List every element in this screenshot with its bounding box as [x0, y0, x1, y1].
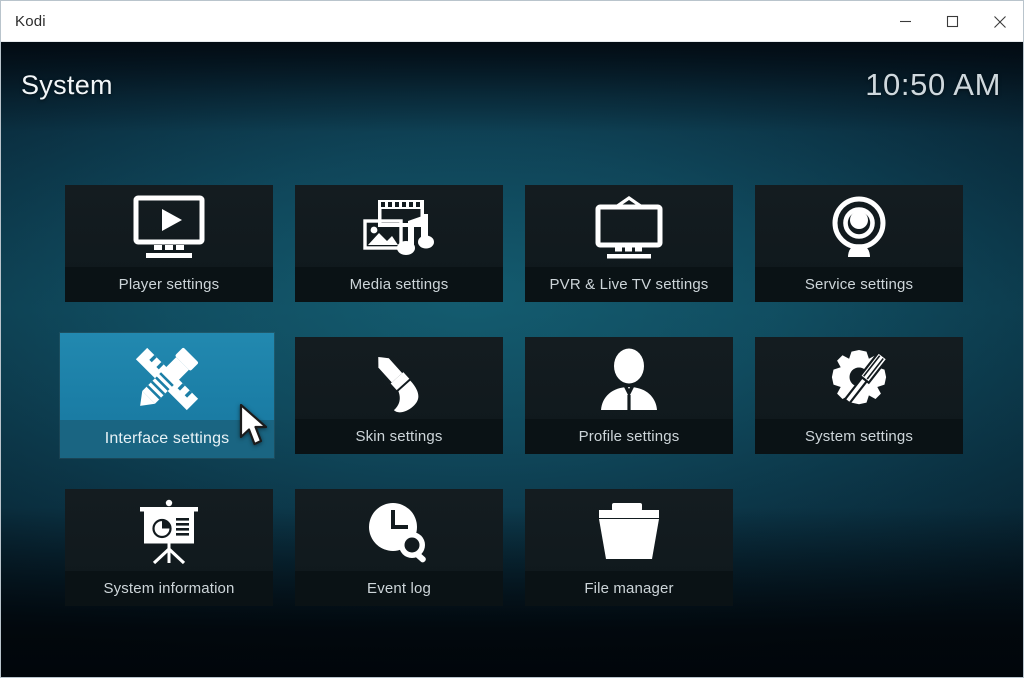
tile-system-information[interactable]: System information: [65, 489, 273, 606]
tile-label: Profile settings: [525, 419, 733, 454]
tile-icon-wrap: [295, 337, 503, 419]
tile-media-settings[interactable]: Media settings: [295, 185, 503, 302]
tile-icon-wrap: [65, 489, 273, 571]
tile-event-log[interactable]: Event log: [295, 489, 503, 606]
folder-open-icon: [590, 501, 668, 563]
minimize-icon: [899, 15, 912, 28]
tile-icon-wrap: [525, 185, 733, 267]
tile-label: PVR & Live TV settings: [525, 267, 733, 302]
tile-interface-settings[interactable]: Interface settings: [60, 333, 274, 458]
page-title: System: [21, 69, 113, 100]
pencil-ruler-icon: [127, 343, 207, 415]
paintbrush-icon: [362, 347, 436, 413]
tv-antenna-icon: [590, 195, 668, 261]
tile-icon-wrap: [65, 185, 273, 267]
tile-skin-settings[interactable]: Skin settings: [295, 337, 503, 454]
window-title: Kodi: [15, 12, 46, 30]
monitor-play-icon: [130, 195, 208, 261]
person-bust-icon: [594, 347, 664, 413]
clock-label: 10:50 AM: [865, 67, 1001, 102]
kodi-application-window: Kodi System 10:50 AM Player settings Med…: [0, 0, 1024, 678]
window-controls: [882, 1, 1023, 42]
tile-pvr-live-tv-settings[interactable]: PVR & Live TV settings: [525, 185, 733, 302]
gear-screwdriver-icon: [822, 346, 896, 414]
tile-icon-wrap: [60, 333, 274, 420]
tile-label: Player settings: [65, 267, 273, 302]
close-icon: [993, 15, 1007, 29]
tile-player-settings[interactable]: Player settings: [65, 185, 273, 302]
tile-file-manager[interactable]: File manager: [525, 489, 733, 606]
tile-system-settings[interactable]: System settings: [755, 337, 963, 454]
clock-search-icon: [362, 499, 436, 565]
settings-tile-grid: Player settings Media settings PVR & Liv…: [60, 185, 963, 606]
film-photo-music-icon: [360, 195, 438, 261]
tile-label: System settings: [755, 419, 963, 454]
maximize-icon: [946, 15, 959, 28]
tile-label: Interface settings: [60, 420, 274, 458]
tile-icon-wrap: [295, 489, 503, 571]
tile-label: Event log: [295, 571, 503, 606]
tile-profile-settings[interactable]: Profile settings: [525, 337, 733, 454]
tile-icon-wrap: [755, 337, 963, 419]
minimize-button[interactable]: [882, 1, 929, 42]
tile-label: File manager: [525, 571, 733, 606]
tile-icon-wrap: [295, 185, 503, 267]
tile-label: Media settings: [295, 267, 503, 302]
tile-service-settings[interactable]: Service settings: [755, 185, 963, 302]
tile-icon-wrap: [525, 489, 733, 571]
tile-icon-wrap: [755, 185, 963, 267]
tile-label: Service settings: [755, 267, 963, 302]
kodi-content-area: System 10:50 AM Player settings Media se…: [1, 42, 1023, 677]
close-button[interactable]: [976, 1, 1023, 42]
tile-label: System information: [65, 571, 273, 606]
tile-label: Skin settings: [295, 419, 503, 454]
person-broadcast-icon: [824, 195, 894, 261]
maximize-button[interactable]: [929, 1, 976, 42]
window-titlebar: Kodi: [1, 1, 1023, 42]
tile-icon-wrap: [525, 337, 733, 419]
presentation-chart-icon: [132, 499, 206, 565]
kodi-header: System 10:50 AM: [1, 42, 1023, 128]
